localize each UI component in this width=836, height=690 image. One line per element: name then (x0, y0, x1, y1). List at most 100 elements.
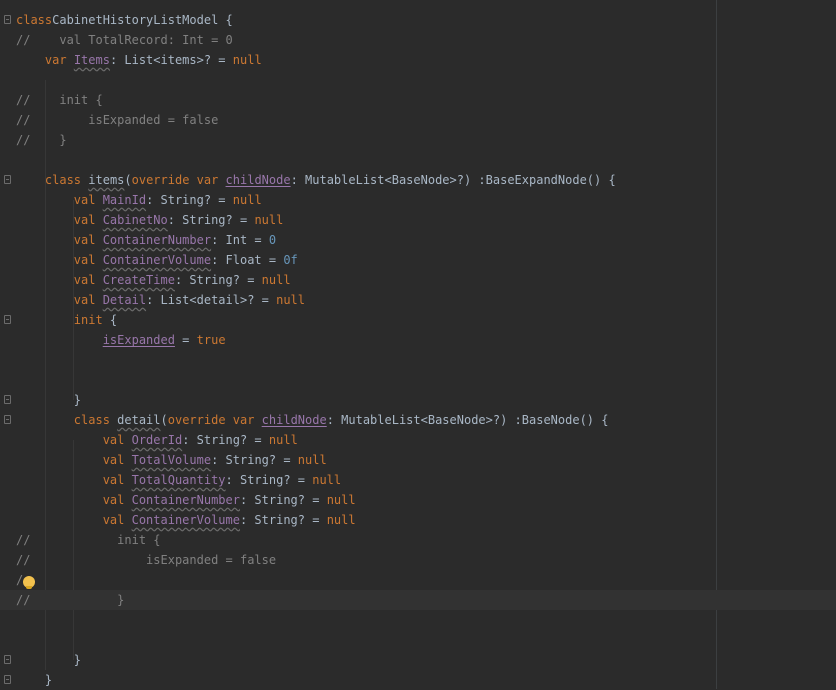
code-line[interactable]: val ContainerVolume: String? = null (0, 510, 836, 530)
code-line[interactable]: val ContainerNumber: Int = 0 (0, 230, 836, 250)
code-token: TotalQuantity (131, 473, 226, 487)
code-line[interactable]: classCabinetHistoryListModel { (0, 10, 836, 30)
fold-marker-icon[interactable] (4, 655, 11, 664)
code-token: detail (117, 413, 161, 427)
code-token: childNode (261, 413, 327, 427)
fold-marker-icon[interactable] (4, 675, 11, 684)
code-line[interactable]: val CreateTime: String? = null (0, 270, 836, 290)
code-line[interactable] (0, 630, 836, 650)
code-token: : String? = (225, 473, 313, 487)
code-line[interactable]: } (0, 650, 836, 670)
code-line[interactable]: val CabinetNo: String? = null (0, 210, 836, 230)
code-token: // } (16, 133, 67, 147)
code-text: val Detail: List<detail>? = null (16, 290, 305, 310)
code-token: null (254, 213, 284, 227)
code-token: CabinetHistoryListModel { (52, 13, 233, 27)
fold-marker-icon[interactable] (4, 415, 11, 424)
code-token: null (232, 53, 262, 67)
code-line[interactable]: class detail(override var childNode: Mut… (0, 410, 836, 430)
code-line[interactable]: init { (0, 310, 836, 330)
code-token: val (102, 513, 132, 527)
code-token: : String? = (182, 433, 269, 447)
code-token: null (326, 493, 356, 507)
code-token: : String? = (174, 273, 262, 287)
fold-marker-icon[interactable] (4, 315, 11, 324)
code-token: 0 (268, 233, 277, 247)
code-line[interactable]: isExpanded = true (0, 330, 836, 350)
code-line[interactable] (0, 150, 836, 170)
code-token: } (73, 653, 82, 667)
code-text: var Items: List<items>? = null (16, 50, 262, 70)
code-token: : List<detail>? = (146, 293, 277, 307)
code-token: null (312, 473, 342, 487)
code-line[interactable]: // } (0, 130, 836, 150)
code-line[interactable]: val OrderId: String? = null (0, 430, 836, 450)
code-line[interactable]: // init { (0, 90, 836, 110)
lightbulb-icon[interactable] (23, 576, 35, 589)
code-text: val ContainerNumber: String? = null (16, 490, 356, 510)
code-token: CabinetNo (102, 213, 168, 227)
code-text: val CreateTime: String? = null (16, 270, 291, 290)
code-text: init { (16, 310, 117, 330)
code-line[interactable]: val Detail: List<detail>? = null (0, 290, 836, 310)
code-token: : Float = (211, 253, 284, 267)
code-line[interactable]: // val TotalRecord: Int = 0 (0, 30, 836, 50)
code-line[interactable] (0, 70, 836, 90)
code-line[interactable]: // } (0, 590, 836, 610)
code-text: val ContainerNumber: Int = 0 (16, 230, 276, 250)
code-text: } (16, 670, 52, 690)
code-line[interactable]: // isExpanded = false (0, 550, 836, 570)
code-text: // isExpanded = false (16, 550, 276, 570)
code-line[interactable]: } (0, 670, 836, 690)
code-token: null (297, 453, 327, 467)
code-line[interactable]: val MainId: String? = null (0, 190, 836, 210)
code-line[interactable]: // init { (0, 530, 836, 550)
code-line[interactable] (0, 370, 836, 390)
fold-marker-icon[interactable] (4, 395, 11, 404)
code-token: } (44, 673, 53, 687)
code-line[interactable]: val TotalVolume: String? = null (0, 450, 836, 470)
code-token: ( (124, 173, 132, 187)
code-token: Detail (102, 293, 147, 307)
code-text: // val TotalRecord: Int = 0 (16, 30, 233, 50)
code-line[interactable]: val ContainerNumber: String? = null (0, 490, 836, 510)
code-line[interactable]: var Items: List<items>? = null (0, 50, 836, 70)
code-line[interactable] (0, 350, 836, 370)
code-line[interactable] (0, 610, 836, 630)
code-text: class items(override var childNode: Muta… (16, 170, 616, 190)
code-line[interactable]: / (0, 570, 836, 590)
code-token: // isExpanded = false (16, 553, 277, 567)
code-line[interactable]: // isExpanded = false (0, 110, 836, 130)
code-line[interactable]: class items(override var childNode: Muta… (0, 170, 836, 190)
code-token: ContainerNumber (131, 493, 240, 507)
code-line[interactable]: } (0, 390, 836, 410)
code-text: class detail(override var childNode: Mut… (16, 410, 609, 430)
code-token: : MutableList<BaseNode>?) :BaseExpandNod… (290, 173, 616, 187)
code-editor[interactable]: classCabinetHistoryListModel {// val Tot… (0, 0, 836, 689)
code-text: val ContainerVolume: Float = 0f (16, 250, 298, 270)
fold-marker-icon[interactable] (4, 175, 11, 184)
code-token: null (261, 273, 291, 287)
code-text: // init { (16, 90, 103, 110)
code-token: : List<items>? = (109, 53, 233, 67)
code-token: null (326, 513, 356, 527)
code-line[interactable]: val TotalQuantity: String? = null (0, 470, 836, 490)
code-token: val (73, 213, 103, 227)
code-line[interactable]: val ContainerVolume: Float = 0f (0, 250, 836, 270)
code-token: val (102, 473, 132, 487)
code-text: val OrderId: String? = null (16, 430, 298, 450)
code-token: // init { (16, 93, 103, 107)
code-token: CreateTime (102, 273, 175, 287)
code-token: ContainerVolume (131, 513, 240, 527)
fold-marker-icon[interactable] (4, 15, 11, 24)
